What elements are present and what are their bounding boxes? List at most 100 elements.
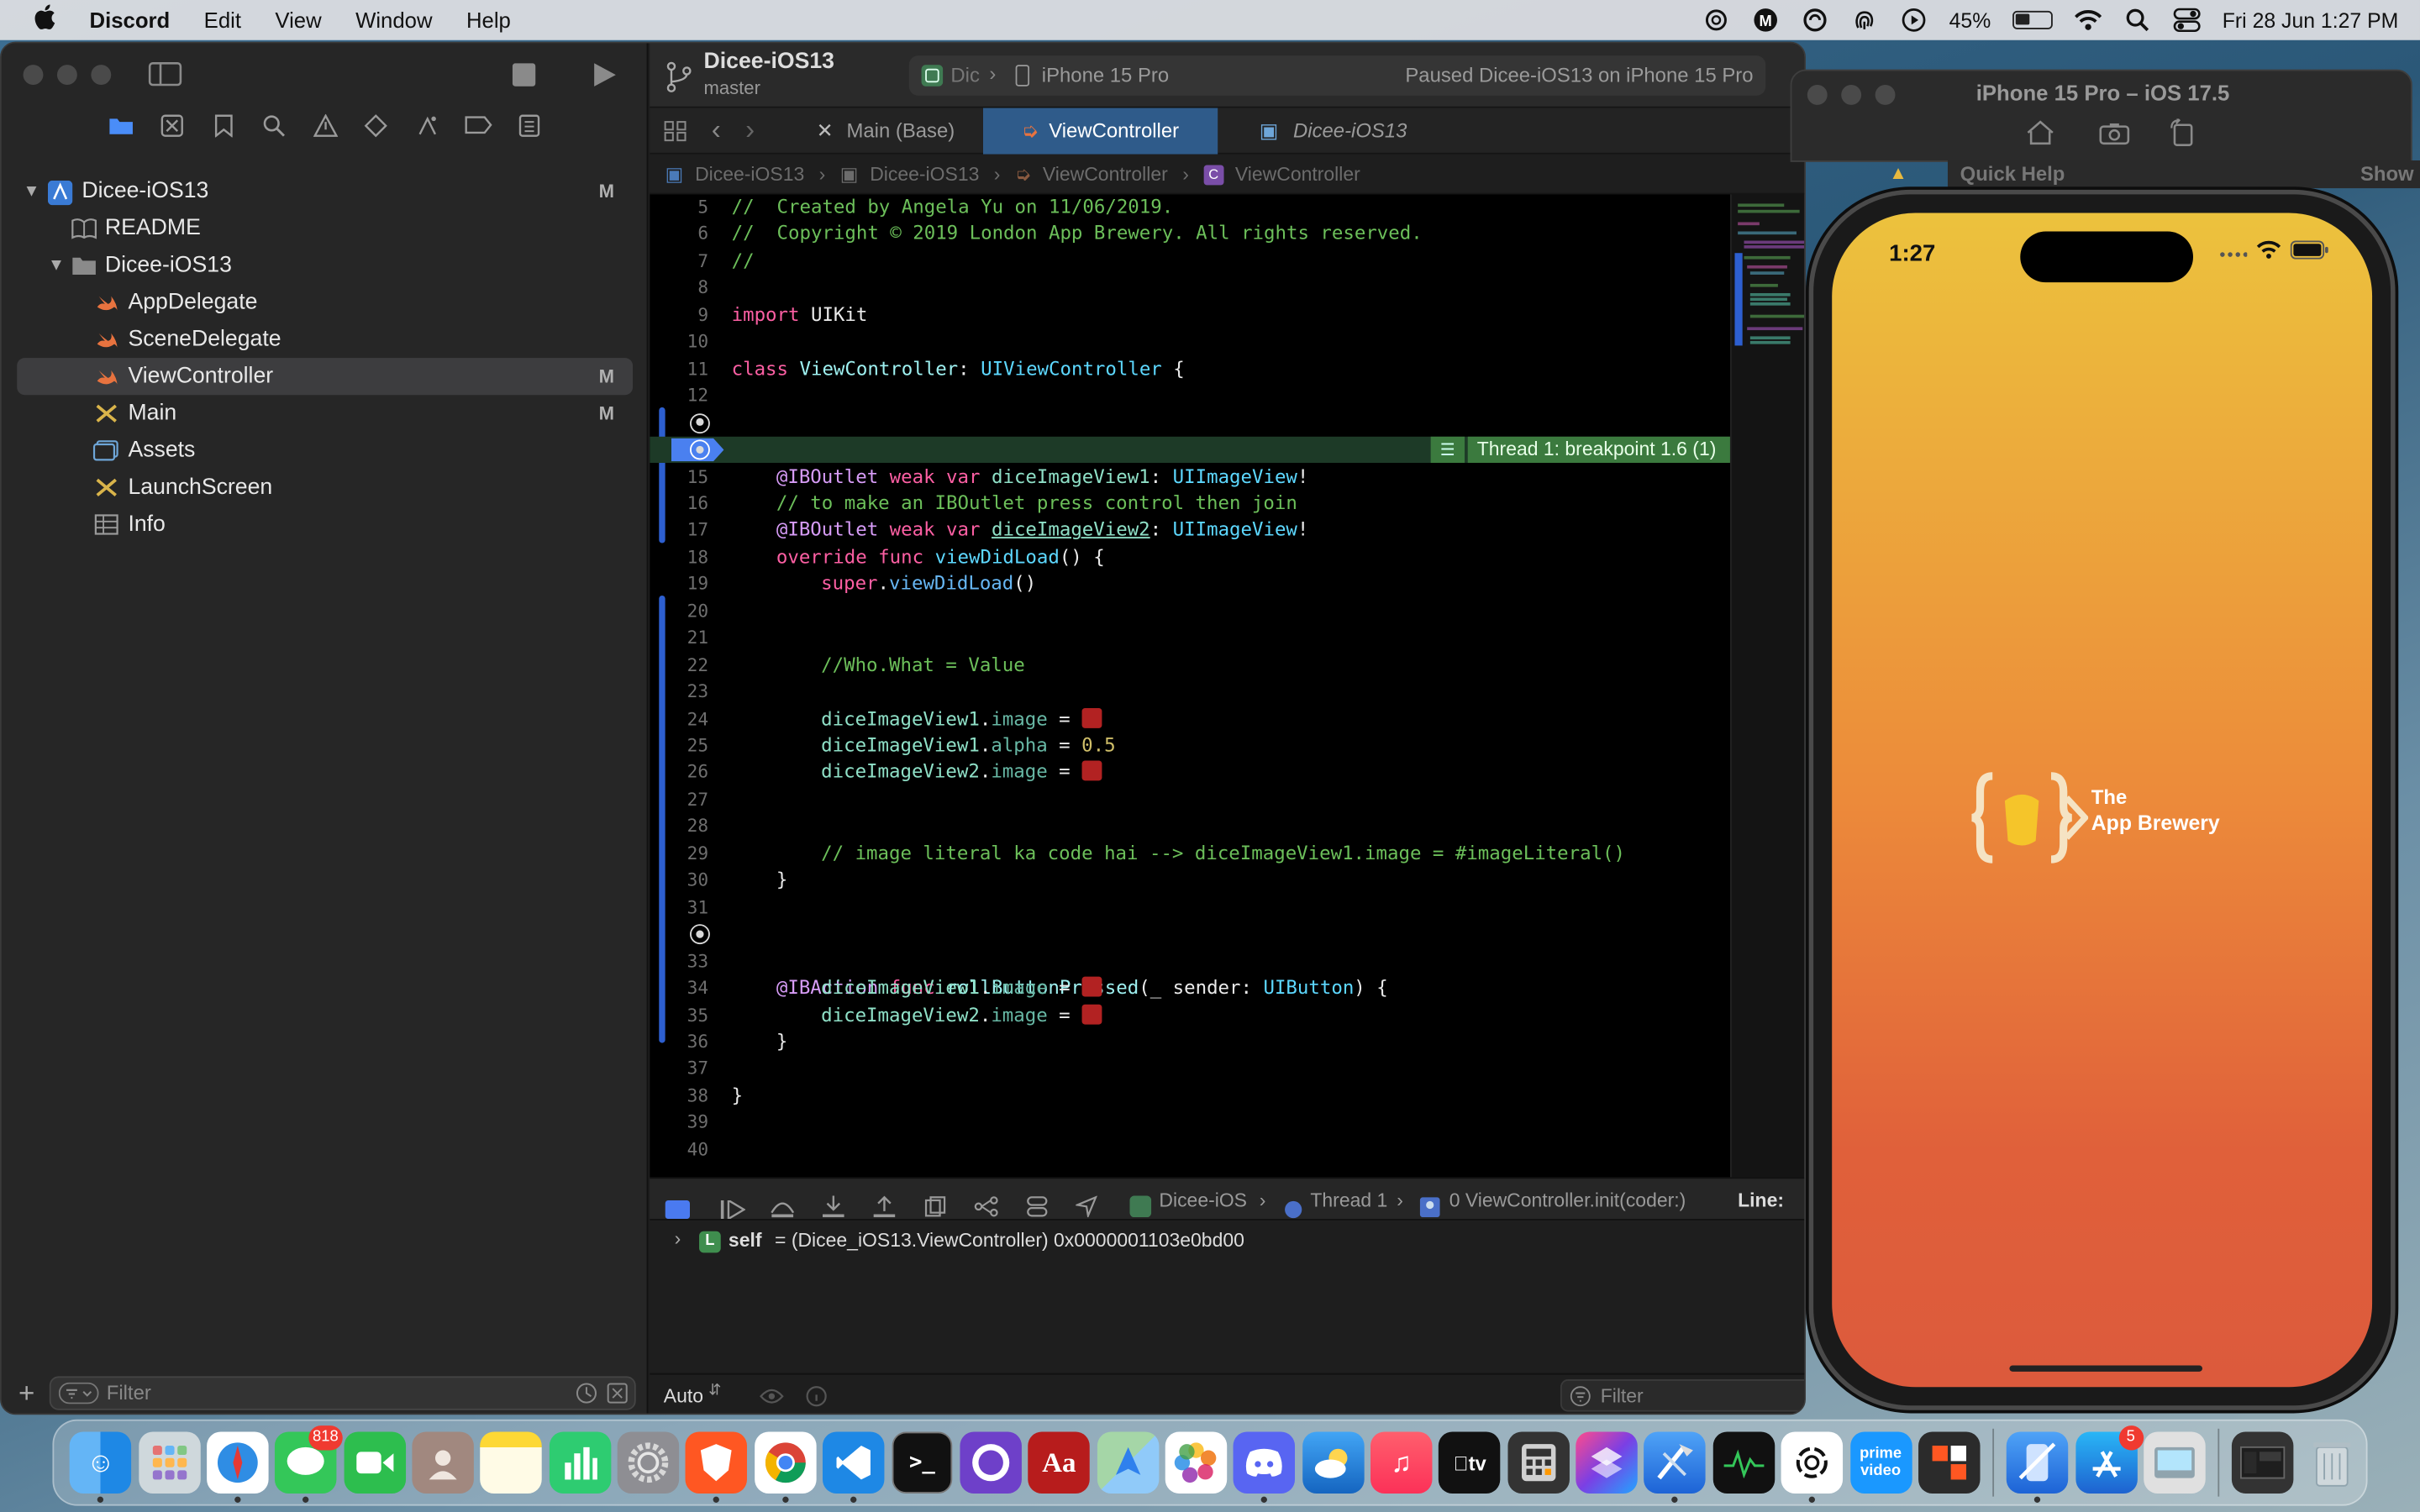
- apple-menu-icon[interactable]: [0, 3, 90, 37]
- tree-item-assets[interactable]: Assets: [2, 432, 649, 469]
- menu-view[interactable]: View: [258, 8, 339, 32]
- dock-facetime-icon[interactable]: [343, 1431, 406, 1494]
- code-editor[interactable]: 5// Created by Angela Yu on 11/06/2019. …: [650, 194, 1730, 1178]
- grid-icon[interactable]: [664, 120, 687, 146]
- device-selector[interactable]: iPhone 15 Pro: [1042, 63, 1169, 87]
- tree-item-readme[interactable]: README: [2, 210, 649, 247]
- breadcrumb-group[interactable]: Dicee-iOS13: [870, 164, 979, 186]
- chevron-down-icon[interactable]: ▼: [24, 182, 40, 201]
- dock-chatgpt-icon[interactable]: [1781, 1431, 1844, 1503]
- breakpoint-banner[interactable]: Thread 1: breakpoint 1.6 (1): [1467, 436, 1730, 464]
- filter-options-icon[interactable]: [58, 1382, 99, 1414]
- dock-vscode-icon[interactable]: [823, 1431, 885, 1503]
- run-icon[interactable]: [592, 61, 617, 95]
- chevron-down-icon[interactable]: ▼: [48, 256, 65, 275]
- minimize-window-button[interactable]: [56, 65, 77, 86]
- dock-contacts-icon[interactable]: [412, 1431, 474, 1494]
- dock-launchpad-icon[interactable]: [138, 1431, 200, 1494]
- breadcrumb-file[interactable]: ViewController: [1043, 164, 1168, 186]
- control-center-icon[interactable]: [2173, 6, 2201, 34]
- test-icon[interactable]: [361, 114, 391, 142]
- dock-numbers-icon[interactable]: [549, 1431, 611, 1494]
- recent-files-icon[interactable]: [576, 1383, 597, 1414]
- sync-status-icon[interactable]: [1801, 6, 1828, 34]
- dock-prime-video-icon[interactable]: prime video: [1849, 1431, 1912, 1494]
- stop-icon[interactable]: [512, 63, 536, 94]
- dock-finder-icon[interactable]: ☺: [69, 1431, 132, 1503]
- dock-terminal-icon[interactable]: >_: [891, 1431, 954, 1494]
- fingerprint-icon[interactable]: [1850, 6, 1878, 34]
- source-control-icon[interactable]: [157, 114, 187, 142]
- scheme-title[interactable]: Dicee-iOS13: [704, 50, 834, 74]
- dock-weather-icon[interactable]: [1302, 1431, 1365, 1494]
- folder-icon[interactable]: [107, 114, 136, 142]
- menu-window[interactable]: Window: [339, 8, 450, 32]
- variable-name[interactable]: self: [729, 1230, 762, 1252]
- dock-trash-icon[interactable]: [2301, 1431, 2362, 1493]
- dock-notes-icon[interactable]: [480, 1431, 543, 1494]
- dock-chrome-icon[interactable]: [754, 1431, 817, 1503]
- home-icon[interactable]: [2027, 120, 2054, 153]
- outlet-connection-icon[interactable]: [690, 439, 710, 460]
- dock-system-settings-icon[interactable]: [617, 1431, 680, 1494]
- issue-icon[interactable]: [310, 113, 339, 142]
- dock-dictionary-icon[interactable]: Aa: [1028, 1431, 1091, 1494]
- action-connection-icon[interactable]: [690, 924, 710, 945]
- spotlight-search-icon[interactable]: [2123, 6, 2151, 34]
- m-status-icon[interactable]: M: [1752, 6, 1780, 34]
- dock-safari-icon[interactable]: [206, 1431, 269, 1503]
- chatgpt-status-icon[interactable]: [1702, 6, 1730, 34]
- dock-discord-icon[interactable]: [1234, 1431, 1296, 1503]
- branch-name[interactable]: master: [704, 77, 760, 99]
- info-icon[interactable]: [806, 1385, 828, 1411]
- rotate-icon[interactable]: [2170, 116, 2194, 154]
- tab-main-base[interactable]: ✕ Main (Base): [817, 108, 955, 155]
- tree-item-project[interactable]: ▼ Dicee-iOS13 M: [2, 173, 649, 210]
- minimap[interactable]: [1729, 194, 1805, 1178]
- variables-scope-select[interactable]: Auto: [664, 1385, 703, 1407]
- dock-activity-monitor-icon[interactable]: [1712, 1431, 1775, 1494]
- tree-item-main[interactable]: Main M: [2, 395, 649, 432]
- outlet-connection-icon[interactable]: [690, 412, 710, 433]
- wifi-icon[interactable]: [2074, 6, 2102, 34]
- breadcrumb-project[interactable]: Dicee-iOS13: [695, 164, 804, 186]
- dock-messages-icon[interactable]: 818: [275, 1425, 344, 1503]
- add-icon[interactable]: +: [18, 1378, 34, 1410]
- breadcrumb-symbol[interactable]: ViewController: [1235, 164, 1360, 186]
- battery-icon[interactable]: [2012, 10, 2053, 29]
- forward-icon[interactable]: ›: [745, 114, 755, 147]
- debug-thread[interactable]: Thread 1: [1310, 1179, 1387, 1221]
- tree-item-appdelegate[interactable]: AppDelegate: [2, 284, 649, 321]
- home-indicator[interactable]: [2009, 1365, 2203, 1372]
- dock-preview-icon[interactable]: [2144, 1431, 2206, 1494]
- bookmark-icon[interactable]: [208, 114, 238, 142]
- play-circle-icon[interactable]: [1900, 6, 1928, 34]
- tree-item-viewcontroller[interactable]: ViewController M: [17, 358, 634, 396]
- tree-item-scenedelegate[interactable]: SceneDelegate: [2, 321, 649, 358]
- eye-icon[interactable]: [760, 1387, 784, 1410]
- dock-brave-icon[interactable]: [686, 1431, 748, 1503]
- tab-viewcontroller[interactable]: ➭ ViewController: [982, 108, 1218, 155]
- dock-simulator-icon[interactable]: [2007, 1431, 2069, 1503]
- dock-xcode-icon[interactable]: [1644, 1431, 1707, 1503]
- dock-github-desktop-icon[interactable]: [960, 1431, 1022, 1494]
- debug-frame[interactable]: 0 ViewController.init(coder:): [1449, 1179, 1686, 1221]
- scheme-selector[interactable]: Dic: [950, 63, 979, 87]
- dock-music-icon[interactable]: ♫: [1370, 1431, 1433, 1494]
- tab-dicee-ios13[interactable]: ▣ Dicee-iOS13: [1260, 108, 1407, 155]
- chevron-right-icon[interactable]: ›: [675, 1228, 681, 1250]
- menubar-clock[interactable]: Fri 28 Jun 1:27 PM: [2223, 8, 2399, 32]
- back-icon[interactable]: ‹: [712, 114, 721, 147]
- debug-icon[interactable]: [412, 114, 441, 142]
- console-filter-input[interactable]: Filter: [1560, 1379, 1805, 1412]
- tree-item-info[interactable]: Info: [2, 506, 649, 543]
- close-window-button[interactable]: [23, 65, 44, 86]
- menu-help[interactable]: Help: [450, 8, 528, 32]
- show-button[interactable]: Show: [2360, 162, 2414, 186]
- screenshot-icon[interactable]: [2099, 122, 2130, 153]
- tree-item-launchscreen[interactable]: LaunchScreen: [2, 469, 649, 506]
- zoom-window-button[interactable]: [91, 65, 112, 86]
- find-icon[interactable]: [260, 114, 289, 142]
- navigator-filter-input[interactable]: Filter: [49, 1376, 636, 1410]
- dock-photos-icon[interactable]: [1165, 1431, 1228, 1494]
